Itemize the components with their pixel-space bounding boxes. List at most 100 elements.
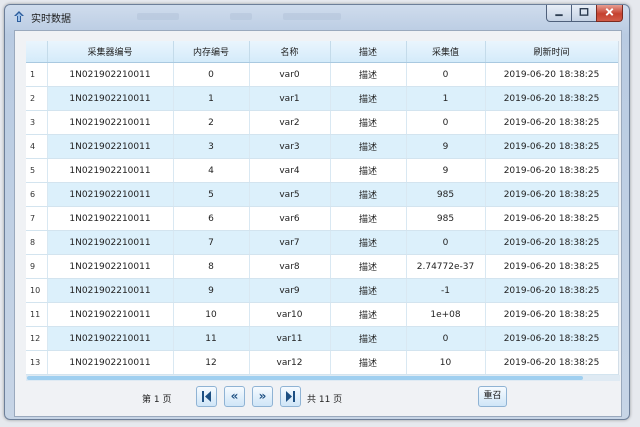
description-cell: 描述: [330, 134, 407, 159]
column-header-name[interactable]: 名称: [249, 41, 331, 63]
column-header-description[interactable]: 描述: [330, 41, 407, 63]
refresh-time-cell: 2019-06-20 18:38:25: [485, 230, 619, 255]
maximize-icon: [579, 8, 589, 16]
row-index: 11: [26, 302, 48, 327]
current-page-label: 第 1 页: [142, 395, 172, 405]
value-cell: 1: [406, 86, 486, 111]
name-cell: var11: [249, 326, 331, 351]
memory-id-cell: 6: [173, 206, 250, 231]
row-index: 10: [26, 278, 48, 303]
column-header-refresh-time[interactable]: 刷新时间: [485, 41, 619, 63]
table-row[interactable]: 2 1N021902210011 1 var1 描述 1 2019-06-20 18:38:…: [26, 86, 619, 111]
description-cell: 描述: [330, 62, 407, 87]
refresh-time-cell: 2019-06-20 18:38:25: [485, 350, 619, 375]
refresh-time-cell: 2019-06-20 18:38:25: [485, 278, 619, 303]
value-cell: 2.74772e-37: [406, 254, 486, 279]
header-row: 采集器编号 内存编号 名称 描述 采集值 刷新时间: [26, 41, 619, 63]
table-row[interactable]: 5 1N021902210011 4 var4 描述 9 2019-06-20 18:38:…: [26, 158, 619, 183]
name-cell: var6: [249, 206, 331, 231]
refresh-time-cell: 2019-06-20 18:38:25: [485, 206, 619, 231]
collector-id-cell: 1N021902210011: [47, 110, 174, 135]
refresh-time-cell: 2019-06-20 18:38:25: [485, 158, 619, 183]
refresh-time-cell: 2019-06-20 18:38:25: [485, 254, 619, 279]
name-cell: var5: [249, 182, 331, 207]
table-row[interactable]: 9 1N021902210011 8 var8 描述 2.74772e-37 2019-06…: [26, 254, 619, 279]
maximize-button[interactable]: [571, 5, 597, 22]
value-cell: 985: [406, 206, 486, 231]
name-cell: var3: [249, 134, 331, 159]
horizontal-scrollbar[interactable]: [26, 375, 620, 381]
column-header-memory-id[interactable]: 内存编号: [173, 41, 250, 63]
table-row[interactable]: 12 1N021902210011 11 var11 描述 0 2019-06-20 18:…: [26, 326, 619, 351]
data-table: 采集器编号 内存编号 名称 描述 采集值 刷新时间 1 1N02190221001…: [26, 41, 619, 375]
refresh-time-cell: 2019-06-20 18:38:25: [485, 302, 619, 327]
table-row[interactable]: 1 1N021902210011 0 var0 描述 0 2019-06-20 18:38:…: [26, 62, 619, 87]
table-row[interactable]: 10 1N021902210011 9 var9 描述 -1 2019-06-20 18:3…: [26, 278, 619, 303]
close-button[interactable]: [596, 5, 623, 22]
title-bar[interactable]: 实时数据: [5, 5, 629, 29]
name-cell: var10: [249, 302, 331, 327]
name-cell: var8: [249, 254, 331, 279]
first-page-button[interactable]: [196, 386, 217, 407]
previous-page-button[interactable]: «: [224, 386, 245, 407]
description-cell: 描述: [330, 350, 407, 375]
table-row[interactable]: 8 1N021902210011 7 var7 描述 0 2019-06-20 18:38:…: [26, 230, 619, 255]
row-index: 12: [26, 326, 48, 351]
name-cell: var4: [249, 158, 331, 183]
data-grid: 采集器编号 内存编号 名称 描述 采集值 刷新时间 1 1N02190221001…: [26, 41, 620, 375]
collector-id-cell: 1N021902210011: [47, 350, 174, 375]
last-page-icon: [286, 391, 295, 402]
refresh-time-cell: 2019-06-20 18:38:25: [485, 86, 619, 111]
memory-id-cell: 4: [173, 158, 250, 183]
collector-id-cell: 1N021902210011: [47, 134, 174, 159]
name-cell: var1: [249, 86, 331, 111]
background-title-ghost: [230, 13, 252, 20]
memory-id-cell: 11: [173, 326, 250, 351]
minimize-button[interactable]: [546, 5, 572, 22]
collector-id-cell: 1N021902210011: [47, 182, 174, 207]
collector-id-cell: 1N021902210011: [47, 302, 174, 327]
refresh-time-cell: 2019-06-20 18:38:25: [485, 110, 619, 135]
table-row[interactable]: 4 1N021902210011 3 var3 描述 9 2019-06-20 18:38:…: [26, 134, 619, 159]
refresh-time-cell: 2019-06-20 18:38:25: [485, 326, 619, 351]
row-index: 13: [26, 350, 48, 375]
table-row[interactable]: 3 1N021902210011 2 var2 描述 0 2019-06-20 18:38:…: [26, 110, 619, 135]
table-row[interactable]: 11 1N021902210011 10 var10 描述 1e+08 2019-06-20…: [26, 302, 619, 327]
column-header-value[interactable]: 采集值: [406, 41, 486, 63]
description-cell: 描述: [330, 206, 407, 231]
background-title-ghost: [137, 13, 179, 20]
table-row[interactable]: 6 1N021902210011 5 var5 描述 985 2019-06-20 18:3…: [26, 182, 619, 207]
memory-id-cell: 5: [173, 182, 250, 207]
window-title: 实时数据: [31, 14, 71, 25]
row-index: 1: [26, 62, 48, 87]
row-index: 6: [26, 182, 48, 207]
description-cell: 描述: [330, 158, 407, 183]
description-cell: 描述: [330, 182, 407, 207]
horizontal-scroll-thumb[interactable]: [27, 376, 583, 380]
last-page-button[interactable]: [280, 386, 301, 407]
row-index: 5: [26, 158, 48, 183]
value-cell: 0: [406, 230, 486, 255]
background-title-ghost: [283, 13, 341, 20]
collector-id-cell: 1N021902210011: [47, 278, 174, 303]
value-cell: 9: [406, 158, 486, 183]
realtime-data-window: 实时数据 采集器编号 内存编号 名称 描述 采集值 刷新时间 1 1N02190…: [4, 4, 630, 420]
column-header-index[interactable]: [26, 41, 48, 63]
name-cell: var2: [249, 110, 331, 135]
column-header-collector-id[interactable]: 采集器编号: [47, 41, 174, 63]
next-page-button[interactable]: »: [252, 386, 273, 407]
description-cell: 描述: [330, 230, 407, 255]
vertical-scrollbar[interactable]: [618, 41, 620, 375]
table-row[interactable]: 7 1N021902210011 6 var6 描述 985 2019-06-20 18:3…: [26, 206, 619, 231]
memory-id-cell: 12: [173, 350, 250, 375]
description-cell: 描述: [330, 110, 407, 135]
table-row[interactable]: 13 1N021902210011 12 var12 描述 10 2019-06-20 18…: [26, 350, 619, 375]
description-cell: 描述: [330, 302, 407, 327]
total-pages-label: 共 11 页: [307, 395, 343, 405]
name-cell: var0: [249, 62, 331, 87]
collector-id-cell: 1N021902210011: [47, 158, 174, 183]
memory-id-cell: 2: [173, 110, 250, 135]
minimize-icon: [555, 14, 563, 17]
collector-id-cell: 1N021902210011: [47, 62, 174, 87]
refresh-button[interactable]: 重召: [478, 386, 507, 407]
